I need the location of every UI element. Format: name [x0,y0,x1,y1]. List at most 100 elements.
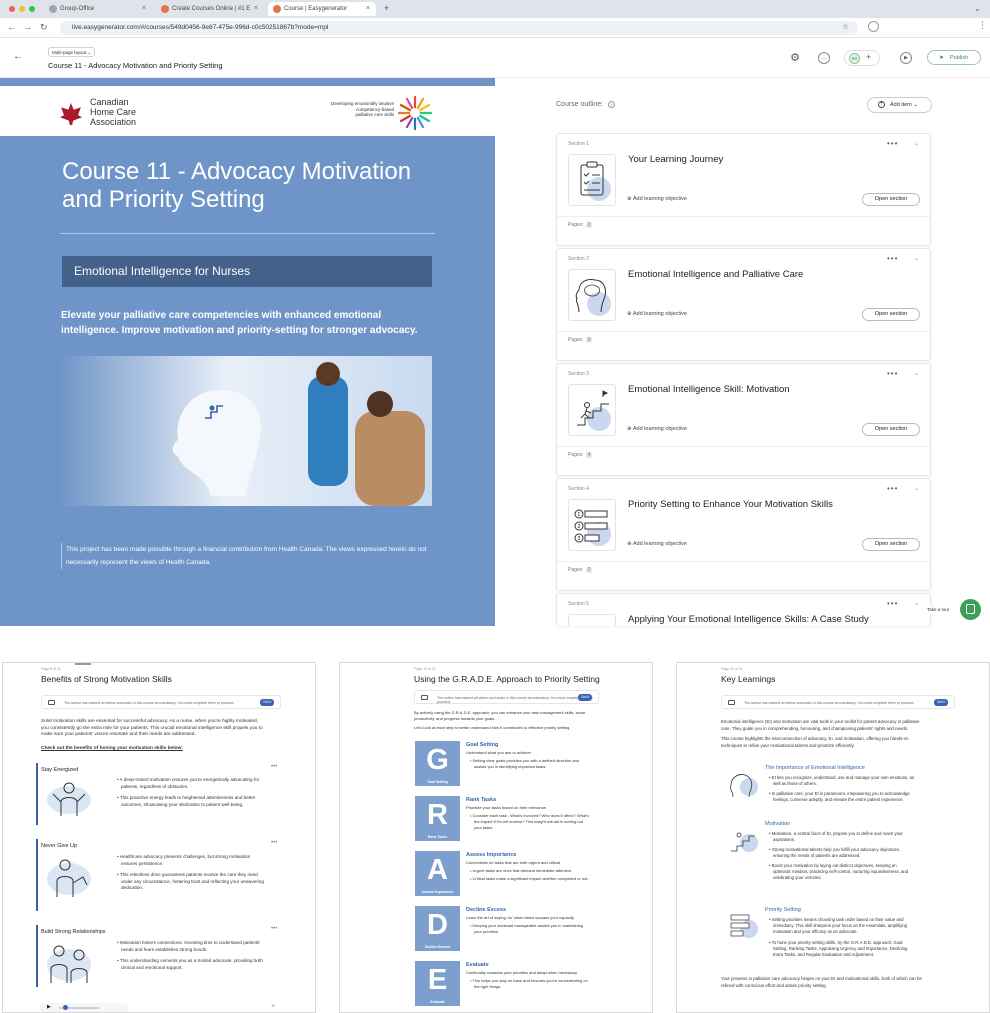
more-options-icon[interactable]: ••• [887,254,898,263]
bullet-text: Critical tasks make a significant impact… [472,876,589,881]
benefit-title: Stay Energized [41,767,79,773]
tab-favicon-icon [273,5,281,13]
outline-section[interactable]: Section 3 ••• ⌄ Emotional Intelligence S… [556,363,931,476]
more-options-icon[interactable]: ••• [887,484,898,493]
more-options-icon[interactable]: ••• [887,599,898,608]
outline-section[interactable]: Section 5 ••• ⌄ Applying Your Emotional … [556,593,931,626]
settings-gear-icon[interactable]: ⚙ [789,52,801,64]
open-section-button[interactable]: Open section [862,193,920,206]
more-options-icon[interactable]: ••• [887,139,898,148]
close-tab-icon[interactable]: × [366,5,370,12]
collaborator-avatar: RH [849,53,860,64]
outline-section[interactable]: Section 2 ••• ⌄ Emotional Intelligence a… [556,248,931,361]
relationship-nurse-illustration [47,945,91,983]
back-arrow-icon[interactable]: ← [7,22,16,32]
open-section-button[interactable]: Open section [862,308,920,321]
grade-letter: D [427,909,448,941]
new-tab-icon[interactable]: + [384,3,389,13]
section-label: Section 3 [568,371,589,377]
section-title[interactable]: Priority Setting to Enhance Your Motivat… [628,499,833,510]
got-it-button[interactable]: Got it [934,699,948,706]
add-learning-objective-link[interactable]: ⊕ Add learning objective [627,196,687,202]
reload-icon[interactable]: ↻ [40,22,48,33]
collapse-chevron-icon[interactable]: ⌄ [914,600,919,607]
info-icon[interactable]: ? [608,101,616,108]
browser-menu-icon[interactable]: ⋮ [978,20,987,31]
section-label: Section 5 [568,601,589,607]
back-arrow-icon[interactable]: ← [13,51,23,62]
send-icon: ➤ [939,55,945,61]
grade-step-desc: Understand what you aim to achieve. [466,750,532,755]
add-learning-objective-link[interactable]: ⊕ Add learning objective [627,541,687,547]
more-options-icon[interactable]: ••• [887,369,898,378]
grade-step-title: Rank Tasks [466,797,497,803]
notice-text: The author has marked all videos and aud… [437,696,593,704]
take-a-tour-button[interactable]: Take a tour [925,606,952,613]
layout-dropdown[interactable]: Multi-page layout ⌄ [48,47,96,57]
pages-label: Pages: [568,222,584,228]
collaborators-group[interactable]: RH + [844,50,880,66]
section-title[interactable]: Emotional Intelligence Skill: Motivation [628,384,790,395]
profile-avatar-icon[interactable] [868,21,879,32]
maximize-window-button[interactable] [29,6,35,12]
section-title[interactable]: Emotional Intelligence and Palliative Ca… [628,269,803,280]
play-icon[interactable]: ▶ [47,1004,51,1010]
add-block-icon[interactable]: + [271,1003,275,1010]
close-tab-icon[interactable]: × [254,5,258,12]
outline-section[interactable]: Section 4 ••• ⌄ 1 2 3 Priority Setting t… [556,478,931,591]
app-header: ← Multi-page layout ⌄ Course 11 - Advoca… [0,38,990,78]
drag-handle[interactable] [75,663,91,665]
audio-progress-thumb[interactable] [63,1005,68,1010]
browser-tab-active[interactable]: Course | Easygenerator × [268,2,376,16]
section-title[interactable]: Applying Your Emotional Intelligence Ski… [628,614,869,625]
tab-favicon-icon [49,5,57,13]
bookmark-star-icon[interactable]: ☆ [842,22,849,31]
collapse-chevron-icon[interactable]: ⌄ [914,485,919,492]
bullet-text: the right things. [474,984,502,989]
outline-section[interactable]: Section 1 ••• ⌄ Your Learning Journey ⊕ … [556,133,931,246]
got-it-button[interactable]: Got it [260,699,274,706]
objective-label: Add learning objective [632,196,687,202]
grade-tile-a: A Assess Importance [415,851,460,896]
add-learning-objective-link[interactable]: ⊕ Add learning objective [627,311,687,317]
open-section-button[interactable]: Open section [862,423,920,436]
more-options-icon[interactable]: ••• [271,926,277,932]
benefit-title: Never Give Up [41,843,78,849]
emotional-intelligence-head-icon [730,774,758,798]
comments-icon[interactable]: … [818,52,830,64]
stairs-climber-icon [577,390,611,431]
bullet-text: In palliative care, your EI is paramount… [771,791,910,796]
browser-tab[interactable]: Create Courses Online | #1 E × [156,2,264,16]
bullet-text: Boost your motivation by laying out dist… [771,863,897,868]
collapse-chevron-icon[interactable]: ⌄ [914,140,919,147]
collapse-chevron-icon[interactable]: ⌄ [914,255,919,262]
section-thumbnail [568,269,616,321]
open-section-button[interactable]: Open section [862,538,920,551]
add-item-button[interactable]: + Add item ⌄ [867,97,932,113]
page-title: Using the G.R.A.D.E. Approach to Priorit… [414,674,600,684]
minimize-window-button[interactable] [19,6,25,12]
section-label: Section 4 [568,486,589,492]
bullet-text: To hone your priority-setting skills, tr… [771,940,903,945]
more-options-icon[interactable]: ••• [271,764,277,770]
cover-subtitle-bar: Emotional Intelligence for Nurses [62,256,432,287]
bullet-text: patients, regardless of obstacles. [121,783,189,789]
paragraph-line: techniques to refine your motivational t… [721,742,855,748]
chat-support-button[interactable] [960,599,981,620]
more-options-icon[interactable]: ••• [271,840,277,846]
grade-letter: R [427,799,448,831]
got-it-button[interactable]: Got it [578,694,592,701]
publish-button[interactable]: ➤ Publish [927,50,981,65]
audio-player[interactable]: ▶ [39,1003,129,1012]
url-field[interactable]: live.easygenerator.com/#/courses/549d045… [60,21,858,35]
preview-play-icon[interactable]: ▶ [900,52,912,64]
forward-arrow-icon[interactable]: → [23,22,32,32]
section-title[interactable]: Your Learning Journey [628,154,723,165]
close-tab-icon[interactable]: × [142,5,146,12]
browser-tab[interactable]: Group-Office × [44,2,152,16]
collapse-chevron-icon[interactable]: ⌄ [914,370,919,377]
close-window-button[interactable] [9,6,15,12]
tab-list-chevron-icon[interactable]: ⌄ [974,4,981,13]
add-collaborator-icon[interactable]: + [866,52,871,62]
add-learning-objective-link[interactable]: ⊕ Add learning objective [627,426,687,432]
